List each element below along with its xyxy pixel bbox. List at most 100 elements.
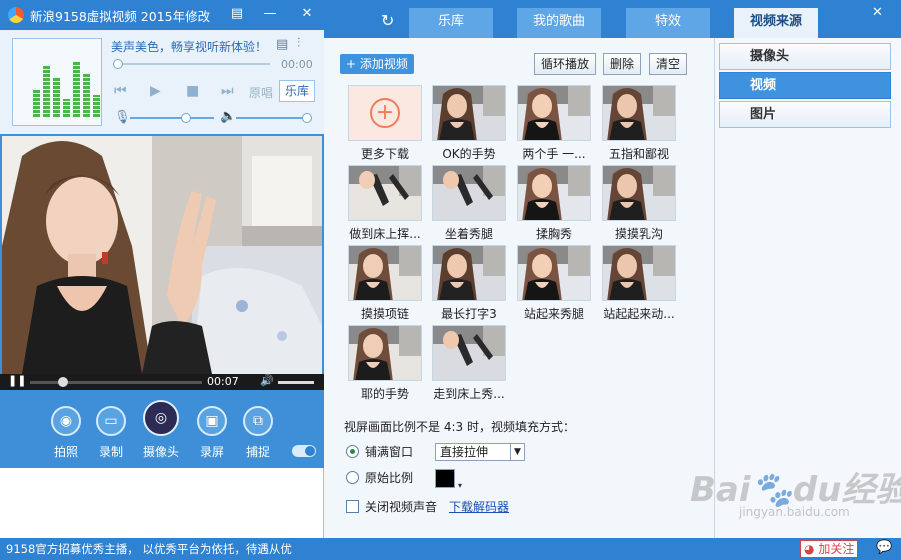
capture-label: 捕捉 [245, 445, 270, 459]
video-thumbnail-item[interactable]: 做到床上挥... [348, 165, 424, 242]
tab-video-source[interactable]: 视频来源 [734, 8, 818, 38]
record-label: 录制 [98, 445, 123, 459]
music-progress-knob[interactable] [113, 59, 123, 69]
download-decoder-link[interactable]: 下载解码器 [449, 498, 509, 515]
music-library-button[interactable]: 乐库 [279, 80, 315, 102]
capture-button[interactable]: ⧉ 捕捉 [236, 406, 280, 460]
video-thumbnail-image [432, 245, 506, 301]
original-vocal-button[interactable]: 原唱 [249, 84, 273, 101]
stop-icon[interactable]: ■ [186, 83, 199, 99]
mic-volume-knob[interactable] [181, 113, 191, 123]
video-record-icon: ▭ [96, 406, 126, 436]
video-thumbnail-image [517, 85, 591, 141]
thumbnail-caption: OK的手势 [442, 147, 496, 161]
capture-icon: ⧉ [243, 406, 273, 436]
music-progress-bar[interactable] [116, 63, 270, 65]
pause-icon[interactable]: ❚❚ [8, 374, 26, 387]
follow-label: 加关注 [818, 542, 855, 556]
video-thumbnail-item[interactable]: 摸摸乳沟 [602, 165, 678, 242]
app-logo-icon [8, 7, 24, 23]
menu-icon[interactable]: ▤ [226, 3, 248, 25]
thumbnail-caption: 走到床上秀... [433, 387, 505, 401]
video-volume-slider[interactable] [278, 381, 314, 384]
clear-button[interactable]: 清空 [649, 53, 687, 75]
music-slogan: 美声美色，畅享视听新体验！ [111, 40, 268, 54]
loop-play-button[interactable]: 循环播放 [534, 53, 596, 75]
play-icon[interactable]: ▶ [150, 83, 161, 99]
video-time: 00:07 [207, 375, 239, 388]
delete-button[interactable]: 删除 [603, 53, 641, 75]
video-thumbnail-item[interactable]: 站起起来动... [602, 245, 678, 322]
volume-icon[interactable]: 🔊 [260, 374, 274, 387]
stretch-mode-value: 直接拉伸 [440, 445, 489, 459]
toolbar-toggle[interactable] [292, 445, 316, 457]
thumbnail-caption: 坐着秀腿 [444, 227, 493, 241]
mic-volume-slider[interactable] [130, 117, 214, 119]
video-thumbnail-item[interactable]: 走到床上秀... [432, 325, 508, 402]
chat-icon[interactable]: 💬 [876, 540, 892, 555]
music-time: 00:00 [281, 58, 313, 71]
screen-record-label: 录屏 [199, 445, 224, 459]
music-volume-knob[interactable] [302, 113, 312, 123]
equalizer-bars-icon [33, 61, 100, 117]
thumbnail-caption: 站起来秀腿 [523, 307, 584, 321]
baidu-watermark-url: jingyan.baidu.com [739, 505, 850, 519]
plus-circle-icon: + [370, 98, 400, 128]
original-ratio-radio[interactable] [346, 471, 359, 484]
video-thumbnail-item[interactable]: 坐着秀腿 [432, 165, 508, 242]
tab-music-library[interactable]: 乐库 [409, 8, 493, 38]
lyrics-icon[interactable]: ▤ [276, 37, 288, 52]
next-icon[interactable]: ⏭ [221, 83, 234, 99]
video-thumbnail-item[interactable]: 揉胸秀 [517, 165, 593, 242]
close-icon[interactable]: ✕ [296, 3, 318, 25]
photo-button[interactable]: ◉ 拍照 [44, 406, 88, 460]
thumbnail-caption: 最长打字3 [441, 307, 497, 321]
add-video-label: 添加视频 [359, 57, 408, 71]
video-thumbnail-item[interactable]: 五指和鄙视 [602, 85, 678, 162]
video-progress-knob[interactable] [58, 377, 68, 387]
chevron-down-icon: ▼ [510, 444, 524, 460]
video-thumbnail-image [432, 165, 506, 221]
minimize-icon[interactable]: — [259, 3, 281, 25]
video-progress-bar[interactable] [30, 381, 202, 384]
tab-my-songs[interactable]: 我的歌曲 [517, 8, 601, 38]
video-thumbnail-item[interactable]: 耶的手势 [348, 325, 424, 402]
fill-mode-description: 视屏画面比例不是 4:3 时，视频填充方式： [344, 420, 575, 434]
refresh-icon[interactable]: ↻ [381, 11, 394, 30]
background-color-picker[interactable] [435, 469, 462, 490]
source-webcam[interactable]: 摄像头 [719, 43, 891, 70]
thumbnail-caption: 更多下载 [360, 147, 409, 161]
video-thumbnail-item[interactable]: 两个手 一... [517, 85, 593, 162]
screen-record-button[interactable]: ▣ 录屏 [190, 406, 234, 460]
more-downloads-item[interactable]: + 更多下载 [348, 85, 424, 162]
mixer-settings-icon[interactable]: ⫶ [297, 36, 300, 51]
original-ratio-label: 原始比例 [365, 471, 414, 485]
thumbnail-caption: 做到床上挥... [349, 227, 421, 241]
video-thumbnail-item[interactable]: OK的手势 [432, 85, 508, 162]
left-status-bar: 9158官方招募优秀主播， 以优秀平台为依托，待遇从优 [0, 538, 324, 560]
webcam-button[interactable]: ◎ 摄像头 [139, 400, 183, 460]
follow-button[interactable]: ◕ 加关注 [800, 540, 858, 558]
app-title: 新浪9158虚拟视频 2015年修改 [30, 9, 211, 24]
video-thumbnail-image [432, 325, 506, 381]
fill-window-radio[interactable] [346, 445, 359, 458]
music-panel: 美声美色，畅享视听新体验！ ▤ ⫶ 00:00 ⏮ ▶ ■ ⏭ 原唱 乐库 🎙 … [0, 30, 324, 134]
source-video[interactable]: 视频 [719, 72, 891, 99]
baidu-watermark: Bai🐾du经验 [690, 470, 901, 510]
tab-effects[interactable]: 特效 [626, 8, 710, 38]
video-thumbnail-item[interactable]: 最长打字3 [432, 245, 508, 322]
record-button[interactable]: ▭ 录制 [89, 406, 133, 460]
stretch-mode-select[interactable]: 直接拉伸 ▼ [435, 443, 525, 461]
webcam-label: 摄像头 [142, 445, 179, 459]
video-thumbnail-image [348, 245, 422, 301]
mute-video-checkbox[interactable] [346, 500, 359, 513]
tab-bar: ↻ 乐库 我的歌曲 特效 视频来源 ✕ [324, 0, 901, 38]
video-thumbnail-item[interactable]: 摸摸项链 [348, 245, 424, 322]
source-picture[interactable]: 图片 [719, 101, 891, 128]
close-panel-icon[interactable]: ✕ [872, 5, 883, 20]
thumbnail-caption: 站起起来动... [603, 307, 675, 321]
previous-icon[interactable]: ⏮ [114, 83, 127, 99]
add-video-button[interactable]: + 添加视频 [340, 54, 414, 74]
video-thumbnail-item[interactable]: 站起来秀腿 [517, 245, 593, 322]
music-volume-slider[interactable] [236, 117, 310, 119]
